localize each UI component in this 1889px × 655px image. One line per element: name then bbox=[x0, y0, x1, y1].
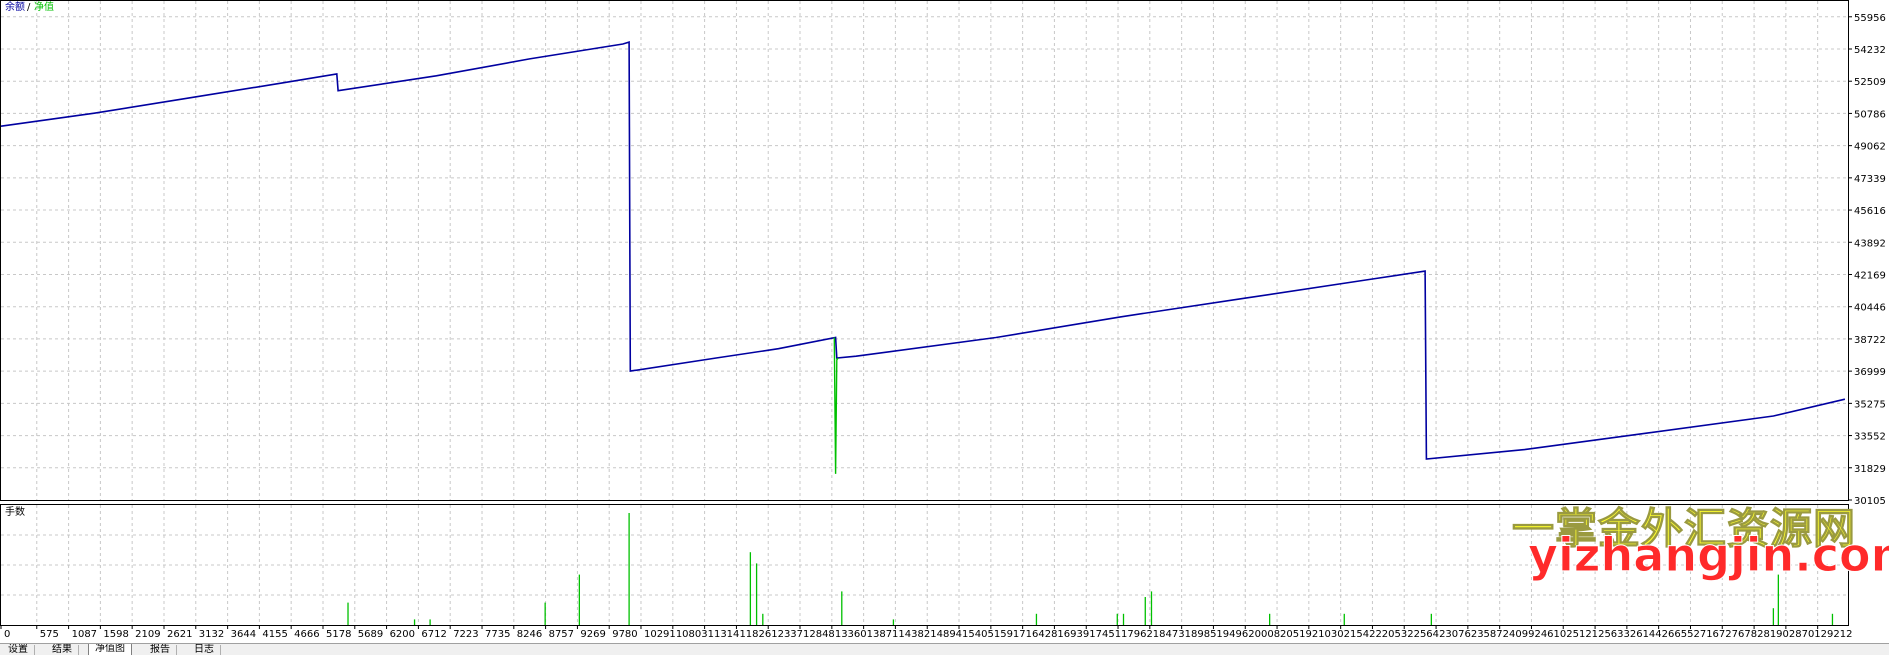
x-tick-label: 2621 bbox=[167, 629, 192, 640]
x-tick-label: 3644 bbox=[231, 629, 256, 640]
y-tick-label: 45616 bbox=[1854, 206, 1886, 217]
x-tick-label: 28701 bbox=[1789, 629, 1821, 640]
y-tick-label: 33552 bbox=[1854, 432, 1886, 443]
x-tick-label: 14382 bbox=[898, 629, 930, 640]
y-tick-label: 30105 bbox=[1854, 496, 1886, 507]
x-tick-label: 21542 bbox=[1344, 629, 1376, 640]
y-tick-label: 43892 bbox=[1854, 238, 1886, 249]
x-tick-label: 1087 bbox=[72, 629, 97, 640]
x-tick-label: 18985 bbox=[1185, 629, 1217, 640]
y-tick-label: 35275 bbox=[1854, 399, 1886, 410]
x-tick-label: 19496 bbox=[1216, 629, 1248, 640]
x-tick-label: 23587 bbox=[1471, 629, 1503, 640]
x-tick-label: 0 bbox=[4, 629, 10, 640]
x-tick-label: 6200 bbox=[390, 629, 415, 640]
tester-tabbar: 设置 结果 净值图 报告 日志 bbox=[0, 643, 1889, 655]
x-tick-label: 18473 bbox=[1153, 629, 1185, 640]
x-tick-label: 7223 bbox=[453, 629, 478, 640]
x-tick-label: 29212 bbox=[1821, 629, 1853, 640]
x-tick-label: 11314 bbox=[708, 629, 740, 640]
x-tick-label: 4155 bbox=[262, 629, 287, 640]
x-tick-label: 5178 bbox=[326, 629, 351, 640]
x-tick-label: 26655 bbox=[1662, 629, 1694, 640]
x-tick-label: 15917 bbox=[994, 629, 1026, 640]
x-tick-label: 8246 bbox=[517, 629, 542, 640]
x-tick-label: 24610 bbox=[1534, 629, 1566, 640]
x-tick-label: 23076 bbox=[1439, 629, 1471, 640]
x-tick-label: 8757 bbox=[549, 629, 574, 640]
x-axis: 0 575 1087 1598 2109 2621 3132 3644 4155 4666 5178… bbox=[0, 625, 1853, 640]
x-tick-label: 25633 bbox=[1598, 629, 1630, 640]
x-tick-label: 1598 bbox=[103, 629, 128, 640]
y-tick-label: 49062 bbox=[1854, 142, 1886, 153]
y-tick-label: 50786 bbox=[1854, 109, 1886, 120]
x-tick-label: 13360 bbox=[835, 629, 867, 640]
x-tick-label: 20519 bbox=[1280, 629, 1312, 640]
y-tick-label: 36999 bbox=[1854, 367, 1886, 378]
x-tick-label: 12848 bbox=[803, 629, 835, 640]
x-tick-label: 28190 bbox=[1757, 629, 1789, 640]
legend-equity: 净值 bbox=[34, 0, 54, 13]
x-tick-label: 27167 bbox=[1693, 629, 1725, 640]
y-axis: 55956 54232 52509 50786 49062 47339 45616 43892… bbox=[1848, 13, 1886, 507]
y-tick-label: 52509 bbox=[1854, 77, 1886, 88]
x-tick-label: 5689 bbox=[358, 629, 383, 640]
x-tick-label: 14894 bbox=[930, 629, 962, 640]
x-tick-label: 15405 bbox=[962, 629, 994, 640]
x-tick-label: 22053 bbox=[1375, 629, 1407, 640]
tab-graph[interactable]: 净值图 bbox=[88, 644, 132, 655]
x-tick-label: 16939 bbox=[1057, 629, 1089, 640]
x-tick-label: 27678 bbox=[1725, 629, 1757, 640]
x-tick-label: 7735 bbox=[485, 629, 510, 640]
y-tick-label: 42169 bbox=[1854, 270, 1886, 281]
x-tick-label: 575 bbox=[40, 629, 59, 640]
x-tick-label: 9780 bbox=[612, 629, 637, 640]
balance-panel bbox=[0, 0, 1849, 501]
x-tick-label: 25121 bbox=[1566, 629, 1598, 640]
lots-panel-title: 手数 bbox=[5, 505, 25, 518]
x-tick-label: 12337 bbox=[771, 629, 803, 640]
y-tick-label: 55956 bbox=[1854, 13, 1886, 24]
x-tick-label: 3132 bbox=[199, 629, 224, 640]
y-tick-label: 38722 bbox=[1854, 335, 1886, 346]
x-tick-label: 16428 bbox=[1026, 629, 1058, 640]
x-tick-label: 13871 bbox=[867, 629, 899, 640]
x-tick-label: 2109 bbox=[135, 629, 160, 640]
x-tick-label: 22564 bbox=[1407, 629, 1439, 640]
y-tick-label: 54232 bbox=[1854, 45, 1886, 56]
x-tick-label: 10291 bbox=[644, 629, 676, 640]
x-tick-label: 6712 bbox=[421, 629, 446, 640]
watermark-url: yizhangjin.com bbox=[1528, 528, 1889, 583]
y-tick-label: 40446 bbox=[1854, 303, 1886, 314]
x-tick-label: 4666 bbox=[294, 629, 319, 640]
x-tick-label: 17451 bbox=[1089, 629, 1121, 640]
x-tick-label: 10803 bbox=[676, 629, 708, 640]
x-tick-label: 21030 bbox=[1312, 629, 1344, 640]
x-tick-label: 24099 bbox=[1503, 629, 1535, 640]
y-tick-label: 31829 bbox=[1854, 464, 1886, 475]
x-tick-label: 26144 bbox=[1630, 629, 1662, 640]
x-tick-label: 11826 bbox=[739, 629, 771, 640]
x-tick-label: 17962 bbox=[1121, 629, 1153, 640]
x-tick-label: 20008 bbox=[1248, 629, 1280, 640]
legend-balance: 余额 bbox=[5, 0, 25, 13]
y-tick-label: 47339 bbox=[1854, 174, 1886, 185]
x-tick-label: 9269 bbox=[580, 629, 605, 640]
